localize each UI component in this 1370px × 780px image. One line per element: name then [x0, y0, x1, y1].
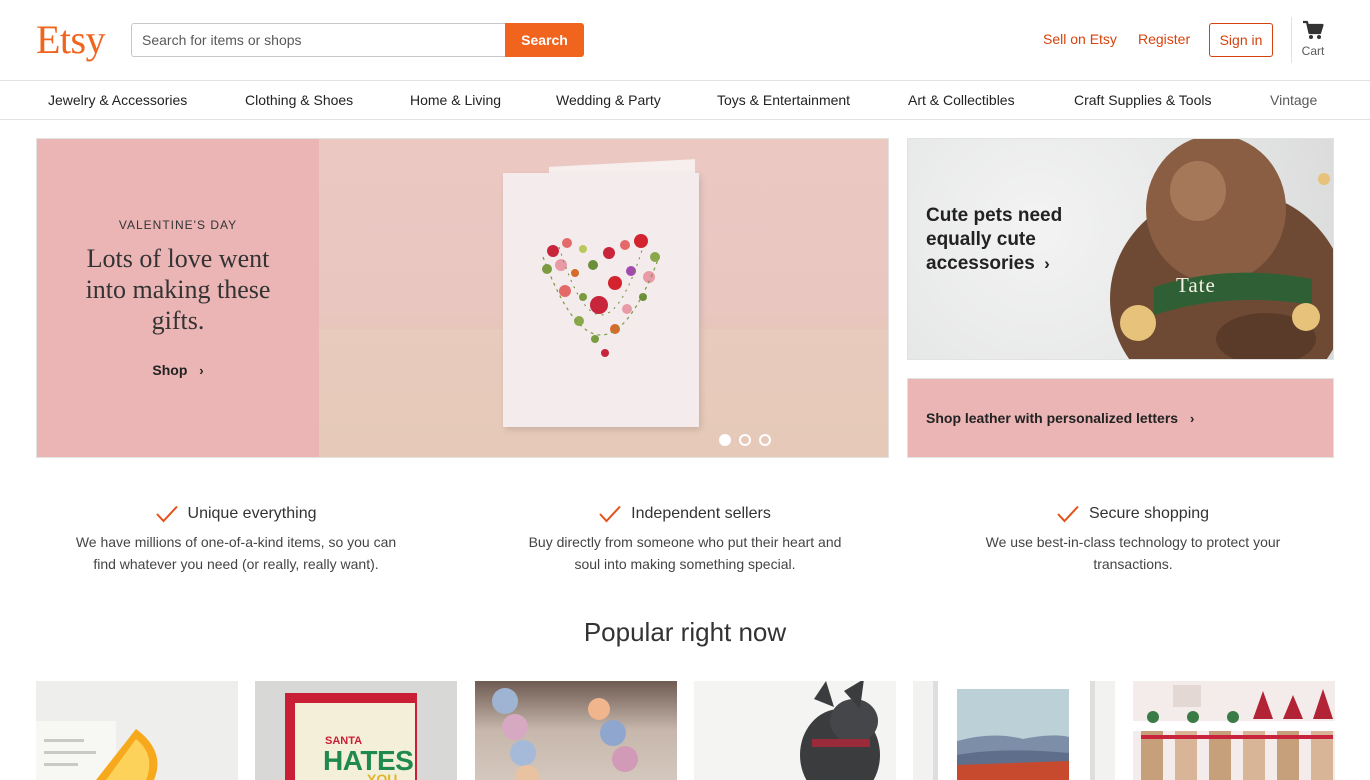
- checkmark-icon: [1057, 505, 1079, 523]
- value-prop-heading: Unique everything: [26, 505, 446, 523]
- checkmark-icon: [155, 505, 178, 523]
- christmas-stockings-image: [1133, 685, 1335, 780]
- value-prop-body: We use best-in-class technology to prote…: [985, 534, 1281, 573]
- orange-slice-image: [36, 721, 158, 780]
- value-prop-heading: Secure shopping: [923, 505, 1343, 523]
- cart-label: Cart: [1301, 44, 1325, 58]
- collar-name-text: Tate: [1176, 273, 1216, 297]
- category-wedding-party[interactable]: Wedding & Party: [556, 92, 661, 108]
- hero-text-panel: VALENTINE'S DAY Lots of love went into m…: [37, 139, 319, 457]
- value-prop-unique: Unique everything We have millions of on…: [26, 505, 446, 575]
- carousel-dot-1[interactable]: [719, 434, 731, 446]
- category-art-collectibles[interactable]: Art & Collectibles: [908, 92, 1015, 108]
- value-prop-secure: Secure shopping We use best-in-class tec…: [923, 505, 1343, 575]
- value-prop-heading: Independent sellers: [475, 505, 895, 523]
- pets-promo-label: Cute pets need equally cute accessories: [926, 205, 1063, 274]
- popular-item-1[interactable]: [36, 681, 238, 780]
- category-clothing-shoes[interactable]: Clothing & Shoes: [245, 92, 353, 108]
- hero-title: Lots of love went into making these gift…: [85, 244, 271, 335]
- category-vintage[interactable]: Vintage: [1270, 92, 1317, 108]
- floral-heart-illustration: [542, 234, 660, 357]
- etsy-logo[interactable]: Etsy: [36, 16, 106, 63]
- carousel-dot-2[interactable]: [739, 434, 751, 446]
- search-bar: Search: [131, 23, 584, 57]
- popular-item-5[interactable]: [913, 681, 1115, 780]
- popular-item-6[interactable]: [1133, 681, 1335, 780]
- popular-item-2[interactable]: SANTA HATES YOU: [255, 681, 457, 780]
- hero-kicker: VALENTINE'S DAY: [118, 218, 238, 232]
- carousel-dot-3[interactable]: [759, 434, 771, 446]
- register-link[interactable]: Register: [1138, 31, 1190, 47]
- search-button[interactable]: Search: [505, 23, 584, 57]
- you-text: YOU: [367, 771, 398, 780]
- popular-section-title: Popular right now: [583, 617, 787, 647]
- carousel-dots: [719, 434, 779, 448]
- value-prop-body: We have millions of one-of-a-kind items,…: [75, 534, 397, 573]
- category-toys-entertainment[interactable]: Toys & Entertainment: [717, 92, 850, 108]
- chevron-right-icon: ›: [1189, 411, 1195, 426]
- landscape-print-image: [957, 689, 1069, 780]
- value-prop-title: Unique everything: [187, 505, 317, 523]
- category-jewelry-accessories[interactable]: Jewelry & Accessories: [48, 92, 187, 108]
- header-divider: [1291, 17, 1292, 63]
- bead-necklace-image: [492, 688, 638, 780]
- site-header: Etsy Search Sell on Etsy Register Sign i…: [0, 0, 1370, 81]
- value-prop-title: Secure shopping: [1088, 505, 1210, 523]
- greeting-card: [503, 173, 699, 427]
- dog-collar-image: Tate: [1098, 139, 1333, 359]
- category-home-living[interactable]: Home & Living: [410, 92, 501, 108]
- checkmark-icon: [599, 505, 621, 523]
- cart-button[interactable]: Cart: [1296, 20, 1330, 64]
- leather-promo-label: Shop leather with personalized letters: [926, 410, 1179, 426]
- chevron-right-icon: ›: [1044, 254, 1050, 273]
- pets-promo-title: Cute pets need equally cute accessories …: [926, 204, 1096, 276]
- french-bulldog-image: [800, 681, 880, 780]
- value-prop-body: Buy directly from someone who put their …: [528, 534, 842, 573]
- hero-shop-link[interactable]: Shop ›: [37, 362, 319, 378]
- leather-promo-link: Shop leather with personalized letters ›: [926, 410, 1194, 426]
- cart-icon: [1303, 20, 1324, 39]
- search-input[interactable]: [131, 23, 506, 57]
- category-nav: Jewelry & Accessories Clothing & Shoes H…: [0, 81, 1370, 120]
- chevron-right-icon: ›: [199, 363, 204, 378]
- category-craft-supplies-tools[interactable]: Craft Supplies & Tools: [1074, 92, 1211, 108]
- pets-promo[interactable]: Tate Cute pets need equally cute accesso…: [907, 138, 1334, 360]
- hero-card-image: [319, 139, 888, 457]
- value-prop-title: Independent sellers: [631, 505, 771, 523]
- popular-item-4[interactable]: [694, 681, 896, 780]
- sign-in-button[interactable]: Sign in: [1209, 23, 1273, 57]
- popular-item-3[interactable]: [475, 681, 677, 780]
- hero-banner[interactable]: VALENTINE'S DAY Lots of love went into m…: [36, 138, 889, 458]
- hero-shop-label: Shop: [152, 362, 188, 378]
- sell-on-etsy-link[interactable]: Sell on Etsy: [1043, 31, 1117, 47]
- leather-promo[interactable]: Shop leather with personalized letters ›: [907, 378, 1334, 458]
- value-prop-independent: Independent sellers Buy directly from so…: [475, 505, 895, 575]
